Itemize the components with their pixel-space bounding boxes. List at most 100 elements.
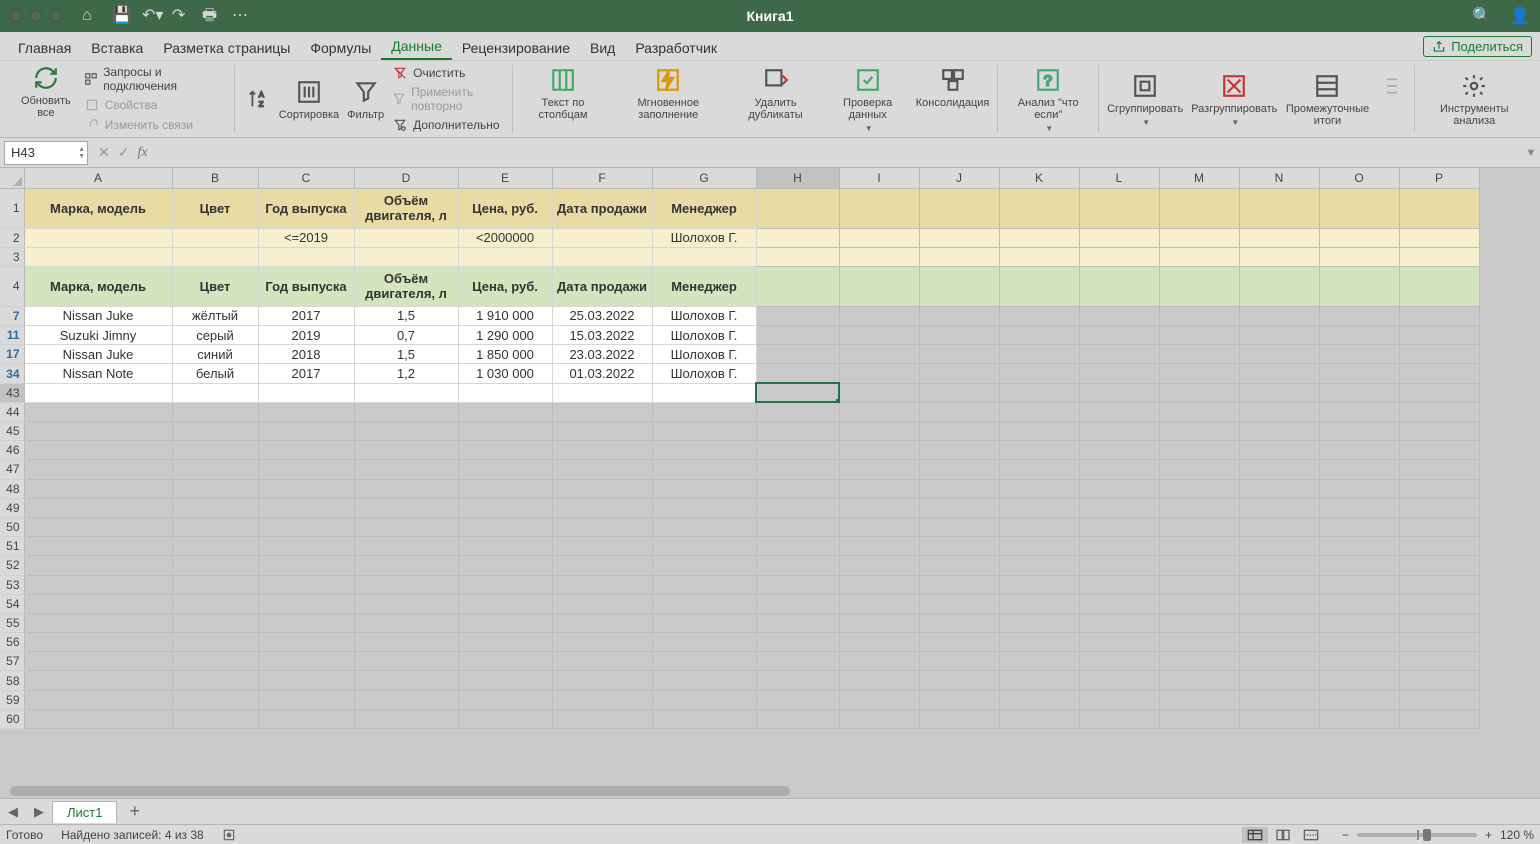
cell[interactable]: [999, 575, 1079, 594]
cell[interactable]: [1399, 671, 1479, 690]
cell[interactable]: [1319, 345, 1399, 364]
cell[interactable]: [1239, 537, 1319, 556]
reapply-button[interactable]: Применить повторно: [392, 84, 504, 114]
cancel-formula-icon[interactable]: ✕: [98, 144, 110, 161]
cell[interactable]: [919, 383, 999, 402]
view-page-layout[interactable]: [1270, 827, 1296, 843]
cell[interactable]: [1319, 633, 1399, 652]
cell[interactable]: [258, 460, 354, 479]
cell[interactable]: [839, 690, 919, 709]
cell[interactable]: [839, 479, 919, 498]
cell[interactable]: [552, 537, 652, 556]
cell[interactable]: [1399, 306, 1479, 325]
cell[interactable]: [652, 383, 756, 402]
cell[interactable]: Шолохов Г.: [652, 364, 756, 383]
cell[interactable]: [458, 402, 552, 421]
cell[interactable]: [839, 402, 919, 421]
column-header-L[interactable]: L: [1079, 168, 1159, 188]
macro-record-icon[interactable]: [222, 828, 236, 842]
cell[interactable]: [839, 247, 919, 266]
cell[interactable]: [1159, 402, 1239, 421]
cell[interactable]: [1079, 345, 1159, 364]
cell[interactable]: [172, 460, 258, 479]
cell[interactable]: [652, 537, 756, 556]
cell[interactable]: [552, 556, 652, 575]
cell[interactable]: [919, 594, 999, 613]
view-page-break[interactable]: [1298, 827, 1324, 843]
cell[interactable]: [839, 326, 919, 345]
cell[interactable]: [172, 671, 258, 690]
spreadsheet-grid[interactable]: ABCDEFGHIJKLMNOP1Марка, модельЦветГод вы…: [0, 168, 1540, 784]
cell[interactable]: [1239, 326, 1319, 345]
cell[interactable]: [552, 422, 652, 441]
row-header[interactable]: 56: [0, 633, 24, 652]
cell[interactable]: [756, 326, 839, 345]
cell[interactable]: [1079, 364, 1159, 383]
home-icon[interactable]: ⌂: [82, 8, 98, 24]
cell[interactable]: [1319, 671, 1399, 690]
cell[interactable]: [919, 479, 999, 498]
cell[interactable]: 23.03.2022: [552, 345, 652, 364]
tab-data[interactable]: Данные: [381, 34, 452, 60]
cell[interactable]: [756, 479, 839, 498]
cell[interactable]: [354, 652, 458, 671]
cell[interactable]: [999, 537, 1079, 556]
cell[interactable]: [258, 517, 354, 536]
sheet-nav-next[interactable]: ▶: [26, 804, 52, 820]
queries-button[interactable]: Запросы и подключения: [84, 64, 226, 94]
cell[interactable]: <2000000: [458, 228, 552, 247]
data-validation-button[interactable]: Проверка данных▼: [828, 66, 908, 133]
cell[interactable]: [1319, 441, 1399, 460]
cell[interactable]: [1239, 383, 1319, 402]
cell[interactable]: [24, 441, 172, 460]
cell[interactable]: [652, 422, 756, 441]
cell[interactable]: [652, 613, 756, 632]
sort-button[interactable]: Сортировка: [279, 78, 339, 121]
cell[interactable]: [756, 633, 839, 652]
row-header[interactable]: 45: [0, 422, 24, 441]
cell[interactable]: [552, 575, 652, 594]
cell[interactable]: Объём двигателя, л: [354, 188, 458, 228]
cell[interactable]: [1399, 345, 1479, 364]
cell[interactable]: [458, 633, 552, 652]
cell[interactable]: [1239, 709, 1319, 728]
cell[interactable]: [839, 671, 919, 690]
cell[interactable]: [1239, 441, 1319, 460]
cell[interactable]: [1319, 613, 1399, 632]
column-header-N[interactable]: N: [1239, 168, 1319, 188]
cell[interactable]: [172, 575, 258, 594]
row-header[interactable]: 48: [0, 479, 24, 498]
cell[interactable]: [1159, 228, 1239, 247]
cell[interactable]: [1159, 266, 1239, 306]
cell[interactable]: [172, 556, 258, 575]
cell[interactable]: [1319, 402, 1399, 421]
cell[interactable]: [1319, 479, 1399, 498]
cell[interactable]: [1159, 441, 1239, 460]
cell[interactable]: [458, 422, 552, 441]
name-box[interactable]: H43 ▲▼: [4, 141, 88, 165]
cell[interactable]: [999, 345, 1079, 364]
cell[interactable]: Марка, модель: [24, 188, 172, 228]
cell[interactable]: [354, 247, 458, 266]
tab-review[interactable]: Рецензирование: [452, 36, 580, 60]
cell[interactable]: [354, 537, 458, 556]
cell[interactable]: [1399, 247, 1479, 266]
cell[interactable]: 1 290 000: [458, 326, 552, 345]
row-header[interactable]: 54: [0, 594, 24, 613]
row-header[interactable]: 11: [0, 326, 24, 345]
cell[interactable]: [1319, 652, 1399, 671]
cell[interactable]: [839, 556, 919, 575]
column-header-E[interactable]: E: [458, 168, 552, 188]
cell[interactable]: [1399, 188, 1479, 228]
zoom-out-button[interactable]: −: [1342, 828, 1349, 842]
maximize-dot[interactable]: [50, 10, 62, 22]
cell[interactable]: [652, 517, 756, 536]
column-header-C[interactable]: C: [258, 168, 354, 188]
cell[interactable]: [756, 498, 839, 517]
column-header-H[interactable]: H: [756, 168, 839, 188]
advanced-filter-button[interactable]: Дополнительно: [392, 116, 504, 134]
cell[interactable]: [258, 613, 354, 632]
zoom-in-button[interactable]: +: [1485, 828, 1492, 842]
fx-icon[interactable]: fx: [137, 145, 147, 161]
cell[interactable]: [652, 633, 756, 652]
